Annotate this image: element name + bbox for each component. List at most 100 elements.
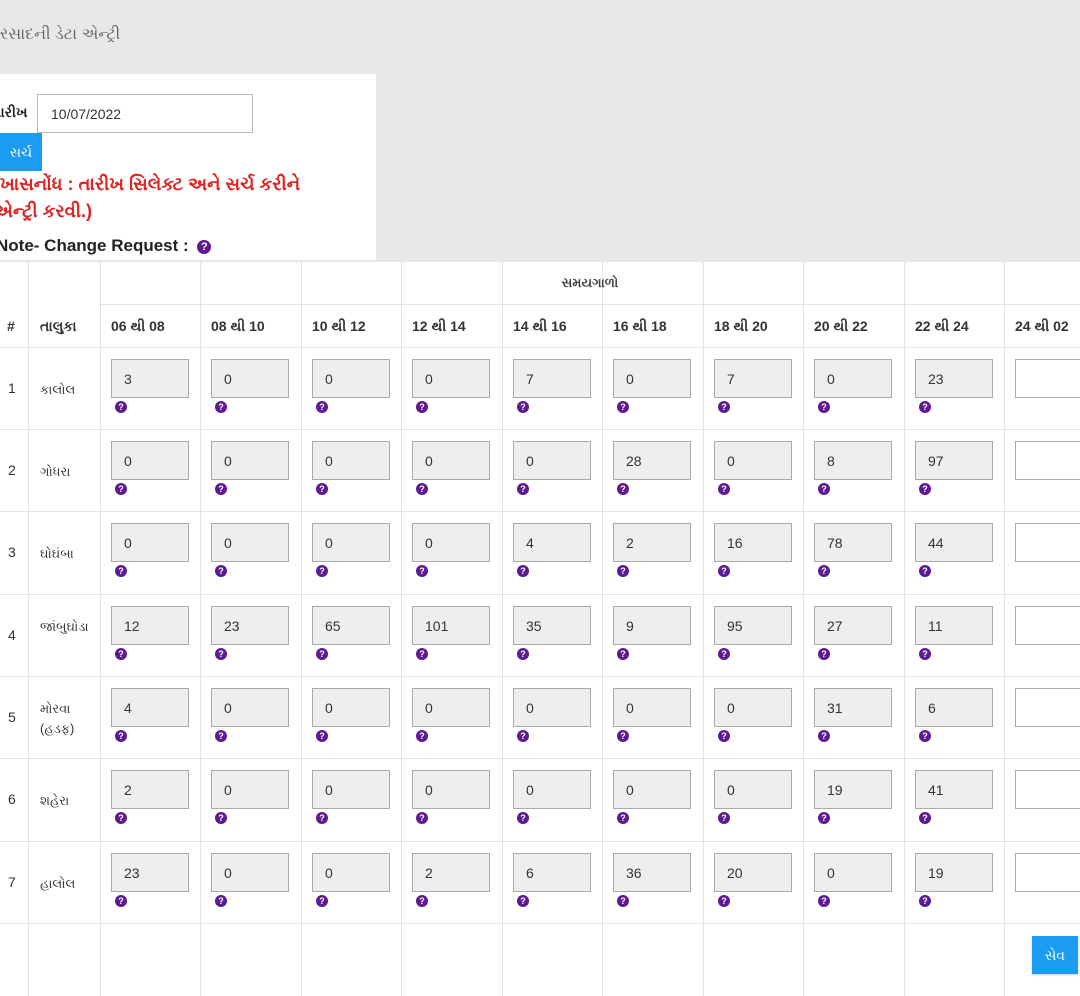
help-icon[interactable]: ? [215, 812, 227, 824]
rainfall-input[interactable] [814, 606, 892, 645]
help-icon[interactable]: ? [617, 401, 629, 413]
date-input[interactable] [37, 94, 253, 133]
rainfall-input[interactable] [111, 523, 189, 562]
rainfall-input[interactable] [513, 523, 591, 562]
help-icon[interactable]: ? [617, 730, 629, 742]
rainfall-input[interactable] [312, 853, 390, 892]
rainfall-input[interactable] [1015, 606, 1080, 645]
rainfall-input[interactable] [312, 441, 390, 480]
help-icon[interactable]: ? [517, 812, 529, 824]
rainfall-input[interactable] [915, 688, 993, 727]
rainfall-input[interactable] [814, 359, 892, 398]
help-icon[interactable]: ? [718, 401, 730, 413]
rainfall-input[interactable] [312, 688, 390, 727]
rainfall-input[interactable] [714, 770, 792, 809]
rainfall-input[interactable] [915, 523, 993, 562]
help-icon[interactable]: ? [818, 565, 830, 577]
help-icon[interactable]: ? [718, 730, 730, 742]
rainfall-input[interactable] [211, 523, 289, 562]
rainfall-input[interactable] [1015, 441, 1080, 480]
help-icon[interactable]: ? [617, 565, 629, 577]
help-icon[interactable]: ? [215, 730, 227, 742]
rainfall-input[interactable] [111, 441, 189, 480]
help-icon[interactable]: ? [718, 648, 730, 660]
rainfall-input[interactable] [412, 770, 490, 809]
rainfall-input[interactable] [613, 853, 691, 892]
help-icon[interactable]: ? [718, 483, 730, 495]
rainfall-input[interactable] [513, 853, 591, 892]
help-icon[interactable]: ? [115, 648, 127, 660]
help-icon[interactable]: ? [617, 895, 629, 907]
rainfall-input[interactable] [613, 606, 691, 645]
help-icon[interactable]: ? [316, 401, 328, 413]
rainfall-input[interactable] [915, 441, 993, 480]
rainfall-input[interactable] [613, 441, 691, 480]
rainfall-input[interactable] [513, 606, 591, 645]
rainfall-input[interactable] [211, 606, 289, 645]
help-icon[interactable]: ? [517, 483, 529, 495]
help-icon[interactable]: ? [718, 895, 730, 907]
help-icon[interactable]: ? [517, 648, 529, 660]
help-icon[interactable]: ? [316, 812, 328, 824]
rainfall-input[interactable] [513, 688, 591, 727]
help-icon[interactable]: ? [416, 812, 428, 824]
help-icon[interactable]: ? [316, 730, 328, 742]
rainfall-input[interactable] [111, 359, 189, 398]
help-icon[interactable]: ? [517, 895, 529, 907]
rainfall-input[interactable] [111, 770, 189, 809]
help-icon[interactable]: ? [617, 812, 629, 824]
rainfall-input[interactable] [211, 359, 289, 398]
help-icon[interactable]: ? [316, 565, 328, 577]
help-icon[interactable]: ? [115, 730, 127, 742]
help-icon[interactable]: ? [818, 401, 830, 413]
help-icon[interactable]: ? [215, 895, 227, 907]
help-icon[interactable]: ? [718, 565, 730, 577]
help-icon[interactable]: ? [818, 730, 830, 742]
help-icon[interactable]: ? [416, 895, 428, 907]
help-icon[interactable]: ? [215, 401, 227, 413]
help-icon[interactable]: ? [517, 565, 529, 577]
rainfall-input[interactable] [312, 359, 390, 398]
help-icon[interactable]: ? [316, 895, 328, 907]
help-icon[interactable]: ? [919, 895, 931, 907]
help-icon[interactable]: ? [818, 483, 830, 495]
rainfall-input[interactable] [714, 853, 792, 892]
rainfall-input[interactable] [412, 688, 490, 727]
rainfall-input[interactable] [312, 523, 390, 562]
help-icon[interactable]: ? [115, 483, 127, 495]
rainfall-input[interactable] [814, 770, 892, 809]
rainfall-input[interactable] [1015, 688, 1080, 727]
rainfall-input[interactable] [814, 523, 892, 562]
rainfall-input[interactable] [312, 606, 390, 645]
rainfall-input[interactable] [915, 853, 993, 892]
rainfall-input[interactable] [1015, 770, 1080, 809]
rainfall-input[interactable] [915, 606, 993, 645]
rainfall-input[interactable] [513, 359, 591, 398]
help-icon[interactable]: ? [215, 483, 227, 495]
help-icon[interactable]: ? [416, 565, 428, 577]
rainfall-input[interactable] [211, 441, 289, 480]
help-icon[interactable]: ? [818, 812, 830, 824]
help-icon[interactable]: ? [517, 730, 529, 742]
rainfall-input[interactable] [1015, 853, 1080, 892]
rainfall-input[interactable] [613, 359, 691, 398]
help-icon[interactable]: ? [416, 648, 428, 660]
help-icon[interactable]: ? [919, 483, 931, 495]
help-icon[interactable]: ? [416, 730, 428, 742]
help-icon[interactable]: ? [517, 401, 529, 413]
rainfall-input[interactable] [412, 441, 490, 480]
help-icon[interactable]: ? [818, 895, 830, 907]
rainfall-input[interactable] [211, 853, 289, 892]
rainfall-input[interactable] [111, 606, 189, 645]
rainfall-input[interactable] [613, 770, 691, 809]
help-icon[interactable]: ? [197, 240, 212, 254]
rainfall-input[interactable] [613, 523, 691, 562]
help-icon[interactable]: ? [919, 565, 931, 577]
rainfall-input[interactable] [111, 853, 189, 892]
rainfall-input[interactable] [714, 359, 792, 398]
rainfall-input[interactable] [513, 770, 591, 809]
help-icon[interactable]: ? [919, 401, 931, 413]
help-icon[interactable]: ? [115, 895, 127, 907]
save-button[interactable]: સેવ [1032, 936, 1078, 974]
rainfall-input[interactable] [814, 441, 892, 480]
